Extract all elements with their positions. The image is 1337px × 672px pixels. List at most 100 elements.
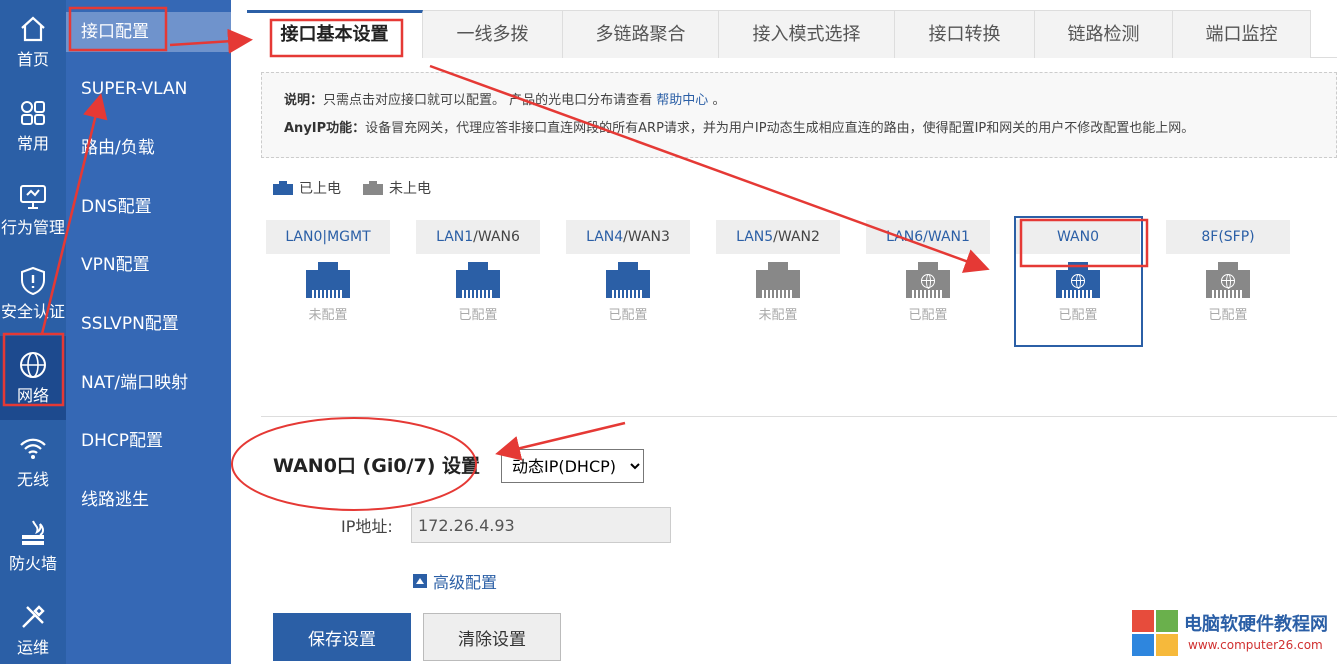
anyip-text: 设备冒充网关，代理应答非接口直连网段的所有ARP请求，并为用户IP动态生成相应直… — [365, 121, 1195, 136]
jack-pins — [312, 290, 344, 298]
tab-link-detect[interactable]: 链路检测 — [1035, 10, 1173, 58]
note-text: 只需点击对应接口就可以配置。 产品的光电口分布请查看 — [323, 93, 653, 108]
help-center-link[interactable]: 帮助中心 — [656, 93, 708, 108]
submenu-item-interface-config[interactable]: 接口配置 — [66, 12, 231, 52]
port-6[interactable]: 8F(SFP) 已配置 — [1166, 220, 1290, 330]
logo-yellow-pane — [1156, 634, 1178, 656]
ethernet-port-icon — [906, 262, 950, 298]
port-2[interactable]: LAN4/WAN3 已配置 — [566, 220, 690, 330]
tab-port-monitor[interactable]: 端口监控 — [1173, 10, 1311, 58]
submenu-item-dns[interactable]: DNS配置 — [66, 187, 231, 227]
port-status: 已配置 — [458, 308, 498, 323]
tab-multi-dial[interactable]: 一线多拨 — [423, 10, 563, 58]
nav-item-ops[interactable]: 运维 — [0, 588, 66, 672]
port-name: LAN4/WAN3 — [566, 220, 690, 254]
nav-label-common: 常用 — [16, 134, 49, 153]
port-status: 未配置 — [308, 308, 348, 323]
port-4[interactable]: LAN6/WAN1 已配置 — [866, 220, 990, 330]
note-line-1: 说明：只需点击对应接口就可以配置。 产品的光电口分布请查看 帮助中心 。 — [284, 87, 1314, 115]
logo-red-pane — [1132, 610, 1154, 632]
ethernet-port-icon — [456, 262, 500, 298]
ethernet-port-icon — [756, 262, 800, 298]
note-label: 说明： — [284, 93, 324, 108]
shield-icon — [18, 266, 48, 296]
port-name-primary: LAN1 — [436, 229, 474, 245]
nav-item-security[interactable]: 安全认证 — [0, 252, 66, 336]
ethernet-port-icon — [306, 262, 350, 298]
nav-item-common[interactable]: 常用 — [0, 84, 66, 168]
jack-pins — [462, 290, 494, 298]
logo-blue-pane — [1132, 634, 1154, 656]
jack-pins — [912, 290, 944, 298]
nav-label-behavior: 行为管理 — [0, 218, 65, 237]
legend-unpowered: 未上电 — [363, 178, 431, 198]
monitor-icon — [18, 182, 48, 212]
globe-icon — [921, 274, 935, 289]
port-3[interactable]: LAN5/WAN2 未配置 — [716, 220, 840, 330]
nav-label-security: 安全认证 — [0, 302, 65, 321]
globe-icon — [1221, 274, 1235, 289]
nav-label-wireless: 无线 — [16, 470, 49, 489]
submenu-item-line-escape[interactable]: 线路逃生 — [66, 480, 231, 520]
submenu-item-routing[interactable]: 路由/负载 — [66, 128, 231, 168]
clear-settings-button[interactable]: 清除设置 — [423, 613, 561, 661]
legend-powered-label: 已上电 — [299, 181, 341, 197]
port-name: LAN6/WAN1 — [866, 220, 990, 254]
port-name: LAN1/WAN6 — [416, 220, 540, 254]
grid-icon — [18, 98, 48, 128]
ethernet-port-icon — [1206, 262, 1250, 298]
collapse-arrow-icon — [413, 574, 427, 588]
port-name-primary: LAN6/WAN1 — [886, 229, 970, 245]
port-name: 8F(SFP) — [1166, 220, 1290, 254]
main-content: 接口基本设置 一线多拨 多链路聚合 接入模式选择 接口转换 链路检测 端口监控 … — [233, 0, 1337, 664]
port-name-secondary: /WAN6 — [473, 229, 520, 245]
tab-basic-settings[interactable]: 接口基本设置 — [247, 10, 423, 58]
main-nav: 首页 常用 行为管理 安全认证 网络 无线 防火墙 运维 — [0, 0, 66, 664]
nav-label-home: 首页 — [16, 50, 49, 69]
nav-label-ops: 运维 — [16, 638, 49, 657]
port-unpowered-icon — [363, 181, 383, 195]
port-name-primary: LAN5 — [736, 229, 774, 245]
network-globe-icon — [18, 350, 48, 380]
site-watermark: 电脑软硬件教程网 www.computer26.com — [1132, 606, 1337, 664]
nav-item-wireless[interactable]: 无线 — [0, 420, 66, 504]
jack-pins — [762, 290, 794, 298]
port-name: LAN5/WAN2 — [716, 220, 840, 254]
watermark-url: www.computer26.com — [1188, 638, 1323, 652]
port-name: LAN0|MGMT — [266, 220, 390, 254]
port-0[interactable]: LAN0|MGMT 未配置 — [266, 220, 390, 330]
tools-icon — [18, 602, 48, 632]
note-tail: 。 — [708, 93, 726, 108]
ip-address-field[interactable] — [411, 507, 671, 543]
submenu-item-vpn[interactable]: VPN配置 — [66, 245, 231, 285]
nav-label-firewall: 防火墙 — [8, 554, 57, 573]
jack-pins — [1212, 290, 1244, 298]
jack-pins — [612, 290, 644, 298]
windows-logo-icon — [1132, 610, 1180, 658]
tab-link-aggregation[interactable]: 多链路聚合 — [563, 10, 719, 58]
nav-label-network: 网络 — [16, 386, 49, 405]
anyip-label: AnyIP功能： — [284, 121, 366, 136]
wifi-icon — [18, 434, 48, 464]
submenu-item-nat[interactable]: NAT/端口映射 — [66, 363, 231, 403]
nav-item-behavior[interactable]: 行为管理 — [0, 168, 66, 252]
nav-item-firewall[interactable]: 防火墙 — [0, 504, 66, 588]
submenu-item-super-vlan[interactable]: SUPER-VLAN — [66, 69, 231, 109]
tab-interface-convert[interactable]: 接口转换 — [895, 10, 1035, 58]
info-note: 说明：只需点击对应接口就可以配置。 产品的光电口分布请查看 帮助中心 。 Any… — [261, 72, 1337, 158]
tab-bar: 接口基本设置 一线多拨 多链路聚合 接入模式选择 接口转换 链路检测 端口监控 — [247, 10, 1337, 58]
submenu-item-dhcp[interactable]: DHCP配置 — [66, 421, 231, 461]
port-1[interactable]: LAN1/WAN6 已配置 — [416, 220, 540, 330]
port-name-primary: 8F(SFP) — [1201, 229, 1255, 245]
port-powered-icon — [273, 181, 293, 195]
advanced-config-toggle[interactable]: 高级配置 — [413, 569, 497, 593]
connection-mode-select[interactable]: 动态IP(DHCP) — [501, 449, 644, 483]
nav-item-network[interactable]: 网络 — [0, 336, 66, 420]
save-settings-button[interactable]: 保存设置 — [273, 613, 411, 661]
power-legend: 已上电 未上电 — [273, 178, 453, 198]
nav-item-home[interactable]: 首页 — [0, 0, 66, 84]
note-line-2: AnyIP功能：设备冒充网关，代理应答非接口直连网段的所有ARP请求，并为用户I… — [284, 115, 1314, 143]
network-submenu: 接口配置 SUPER-VLAN 路由/负载 DNS配置 VPN配置 SSLVPN… — [66, 0, 231, 664]
tab-access-mode[interactable]: 接入模式选择 — [719, 10, 895, 58]
submenu-item-sslvpn[interactable]: SSLVPN配置 — [66, 304, 231, 344]
